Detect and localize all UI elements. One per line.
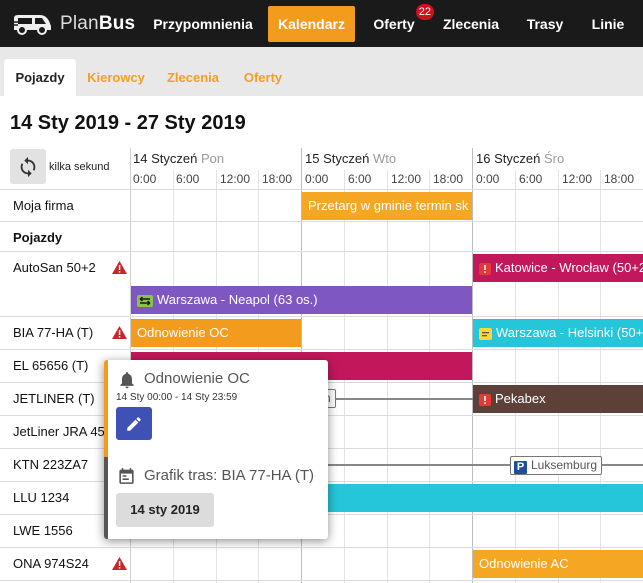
warning-icon[interactable] — [112, 261, 127, 274]
day-header: 14 Styczeń Pon — [133, 151, 224, 166]
row-separator — [0, 316, 643, 317]
day-of-week: Śro — [543, 151, 565, 166]
nav-trasy[interactable]: Trasy — [521, 6, 569, 42]
day-header: 16 Styczeń Śro — [476, 151, 564, 166]
bus-icon — [12, 15, 51, 35]
event-katowice-wroclaw[interactable]: Katowice - Wrocław (50+2 — [473, 254, 643, 282]
edit-button[interactable] — [116, 407, 152, 440]
tab-oferty[interactable]: Oferty — [237, 59, 289, 96]
refresh-button[interactable] — [10, 149, 46, 184]
hour-label: 18:00 — [433, 172, 464, 186]
event-tender[interactable]: Przetarg w gminie termin sk — [302, 192, 472, 220]
event-odnowienie-oc[interactable]: Odnowienie OC — [131, 319, 301, 347]
event-pekabex[interactable]: Pekabex — [473, 385, 643, 413]
nav-przypomnienia[interactable]: Przypomnienia — [144, 6, 262, 42]
vehicle-label[interactable]: LLU 1234 — [13, 490, 69, 505]
popup-accent-bar — [104, 360, 108, 457]
row-separator — [0, 547, 643, 548]
refresh-icon — [20, 156, 36, 177]
message-icon — [479, 327, 492, 340]
event-popup: Odnowienie OC 14 Sty 00:00 - 14 Sty 23:5… — [104, 360, 328, 539]
warning-icon[interactable] — [112, 557, 127, 570]
date-range-title: 14 Sty 2019 - 27 Sty 2019 — [10, 112, 246, 134]
warning-icon[interactable] — [112, 326, 127, 339]
calendar-icon — [119, 468, 134, 484]
popup-dates: 14 Sty 00:00 - 14 Sty 23:59 — [116, 392, 238, 403]
day-date: 15 Styczeń — [305, 151, 370, 166]
hour-label: 0:00 — [133, 172, 157, 186]
alert-icon — [479, 393, 491, 406]
vehicle-label[interactable]: ONA 974S24 — [13, 556, 89, 571]
hour-label: 0:00 — [305, 172, 329, 186]
day-date: 16 Styczeń — [476, 151, 541, 166]
vehicle-label[interactable]: JETLINER (T) — [13, 391, 95, 406]
app-logo[interactable]: PlanBus — [12, 12, 135, 36]
popup-accent-bar — [104, 457, 108, 539]
nav-kalendarz[interactable]: Kalendarz — [268, 6, 355, 42]
row-separator — [0, 221, 643, 222]
hour-label: 0:00 — [476, 172, 500, 186]
offers-badge: 22 — [415, 4, 434, 20]
vehicle-label[interactable]: AutoSan 50+2 — [13, 260, 96, 275]
hour-label: 12:00 — [220, 172, 251, 186]
hour-label: 6:00 — [348, 172, 372, 186]
date-button[interactable]: 14 sty 2019 — [116, 493, 214, 527]
hour-label: 18:00 — [262, 172, 293, 186]
row-separator — [0, 349, 643, 350]
day-divider — [472, 148, 473, 583]
refresh-label: kilka sekund — [49, 161, 110, 173]
nav-oferty-label: Oferty — [373, 16, 415, 32]
tab-zlecenia[interactable]: Zlecenia — [163, 59, 223, 96]
hour-line — [558, 170, 559, 583]
tab-pojazdy[interactable]: Pojazdy — [4, 59, 76, 96]
row-label-company: Moja firma — [13, 198, 74, 213]
event-label: Warszawa - Helsinki (50+2 — [496, 325, 643, 340]
popup-title: Odnowienie OC — [144, 370, 250, 387]
vehicle-label[interactable]: LWE 1556 — [13, 523, 73, 538]
parking-icon: P — [514, 461, 527, 474]
day-date: 14 Styczeń — [133, 151, 198, 166]
hour-line — [515, 170, 516, 583]
hour-line — [600, 170, 601, 583]
event-odnowienie-ac[interactable]: Odnowienie AC — [473, 550, 643, 578]
vehicle-label[interactable]: KTN 223ZA7 — [13, 457, 88, 472]
section-label-vehicles: Pojazdy — [13, 230, 63, 245]
event-label: Katowice - Wrocław (50+2 — [495, 260, 643, 275]
subtabs-bar: Pojazdy Kierowcy Zlecenia Oferty — [0, 47, 643, 96]
route-line — [330, 398, 473, 400]
event-label: Warszawa - Neapol (63 os.) — [157, 292, 318, 307]
event-warszawa-neapol[interactable]: Warszawa - Neapol (63 os.) — [131, 286, 472, 314]
popup-schedule-title: Grafik tras: BIA 77-HA (T) — [144, 467, 315, 484]
event-warszawa-helsinki[interactable]: Warszawa - Helsinki (50+2 — [473, 319, 643, 347]
tab-kierowcy[interactable]: Kierowcy — [83, 59, 149, 96]
row-separator — [0, 251, 643, 252]
nav-linie[interactable]: Linie — [584, 6, 632, 42]
bell-icon — [120, 372, 134, 389]
nav-zlecenia[interactable]: Zlecenia — [437, 6, 505, 42]
brand-name: PlanBus — [60, 13, 136, 34]
row-separator — [0, 189, 643, 190]
day-of-week: Pon — [200, 151, 225, 166]
event-label: Pekabex — [495, 391, 546, 406]
nav-oferty[interactable]: Oferty 22 — [364, 4, 434, 42]
vehicle-label[interactable]: BIA 77-HA (T) — [13, 325, 93, 340]
pin-luksemburg[interactable]: P Luksemburg — [510, 456, 603, 475]
top-navbar: PlanBus Przypomnienia Kalendarz Oferty 2… — [0, 0, 643, 47]
vehicle-label[interactable]: JetLiner JRA 45 — [13, 424, 105, 439]
alert-icon — [479, 262, 491, 275]
hour-label: 6:00 — [519, 172, 543, 186]
row-separator — [0, 580, 643, 581]
hour-label: 12:00 — [391, 172, 422, 186]
day-header: 15 Styczeń Wto — [305, 151, 396, 166]
vehicle-label[interactable]: EL 65656 (T) — [13, 358, 88, 373]
hour-label: 6:00 — [176, 172, 200, 186]
pencil-icon — [127, 416, 141, 431]
day-of-week: Wto — [372, 151, 397, 166]
pin-label: Luksemburg — [531, 458, 598, 472]
hour-label: 18:00 — [604, 172, 635, 186]
hour-label: 12:00 — [562, 172, 593, 186]
swap-arrows-icon — [137, 294, 153, 307]
